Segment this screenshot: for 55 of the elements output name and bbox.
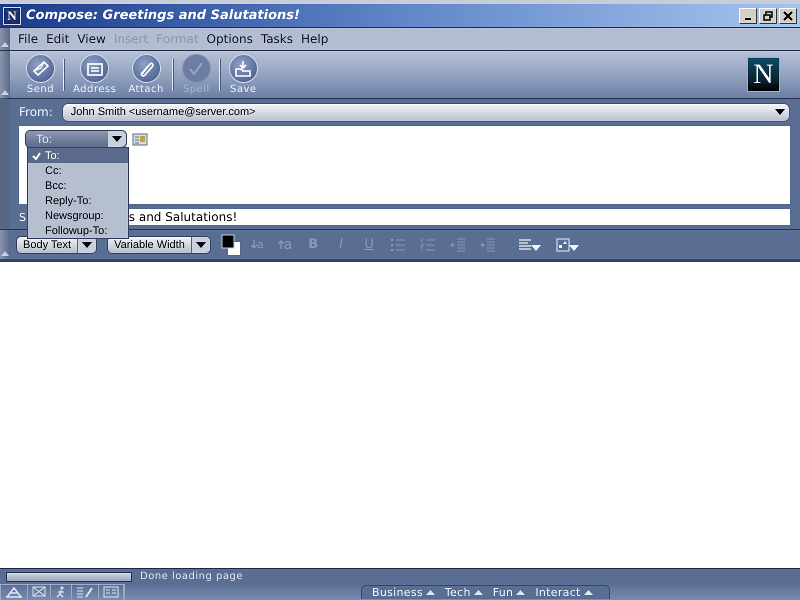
menu-item[interactable]: Options xyxy=(202,32,257,46)
taskbar-tab[interactable]: Business xyxy=(370,586,443,599)
up-arrow-icon xyxy=(584,590,593,595)
taskbar-tab[interactable]: Interact xyxy=(533,586,601,599)
address-book-icon[interactable] xyxy=(132,132,148,146)
collapse-icon[interactable] xyxy=(1,89,9,95)
numbered-list-icon xyxy=(420,238,436,252)
restore-icon xyxy=(763,10,773,20)
recipient-type-dropdown[interactable]: To: xyxy=(25,130,127,148)
from-dropdown[interactable]: John Smith <username@server.com> xyxy=(62,102,790,122)
toolbar-button[interactable]: Attach xyxy=(124,54,168,95)
menu-item[interactable]: Edit xyxy=(42,32,74,46)
outdent-icon xyxy=(450,238,466,252)
status-text: Done loading page xyxy=(140,571,243,582)
taskbar-tab[interactable]: Fun xyxy=(490,586,534,599)
menu-item[interactable]: File xyxy=(14,32,42,46)
up-arrow-icon xyxy=(278,240,284,249)
dropdown-option[interactable]: Followup-To: xyxy=(28,223,128,238)
dropdown-option[interactable]: Bcc: xyxy=(28,178,128,193)
caret-icon xyxy=(112,136,122,142)
save-icon xyxy=(233,58,254,78)
collapse-icon[interactable] xyxy=(1,250,9,256)
indent-icon xyxy=(480,238,496,252)
align-icon xyxy=(518,238,542,252)
dropdown-option[interactable]: Cc: xyxy=(28,163,128,178)
minimize-icon xyxy=(745,18,751,20)
window-title: Compose: Greetings and Salutations! xyxy=(26,8,301,23)
taskbar-tab[interactable]: Tech xyxy=(442,586,491,599)
envelope-icon xyxy=(30,58,50,78)
menu-item[interactable]: Help xyxy=(297,32,332,46)
menu-item[interactable]: View xyxy=(73,32,110,46)
down-arrow-icon xyxy=(250,240,257,249)
app-logo: N xyxy=(3,6,21,24)
color-swatch-icon[interactable] xyxy=(220,234,241,256)
caret-icon xyxy=(196,242,206,248)
dropdown-option[interactable]: To: xyxy=(28,148,128,163)
bulleted-list-icon xyxy=(390,238,406,252)
checkmark-icon xyxy=(32,152,41,160)
up-arrow-icon xyxy=(474,590,483,595)
browser-logo: N xyxy=(747,57,780,92)
caret-icon xyxy=(775,109,785,115)
image-icon xyxy=(556,238,580,252)
close-icon xyxy=(783,10,793,20)
up-arrow-icon xyxy=(426,590,435,595)
close-button[interactable] xyxy=(779,8,797,24)
from-label: From: xyxy=(19,105,53,119)
menu-item[interactable]: Tasks xyxy=(256,32,298,46)
toolbar-button[interactable]: Address xyxy=(69,54,120,95)
caret-icon xyxy=(82,242,92,248)
subject-label: S xyxy=(19,210,26,224)
up-arrow-icon xyxy=(516,590,526,595)
font-dropdown[interactable]: Variable Width xyxy=(107,236,211,254)
restore-button[interactable] xyxy=(759,8,777,24)
minimize-button[interactable] xyxy=(739,8,757,24)
collapse-icon[interactable] xyxy=(1,41,9,47)
